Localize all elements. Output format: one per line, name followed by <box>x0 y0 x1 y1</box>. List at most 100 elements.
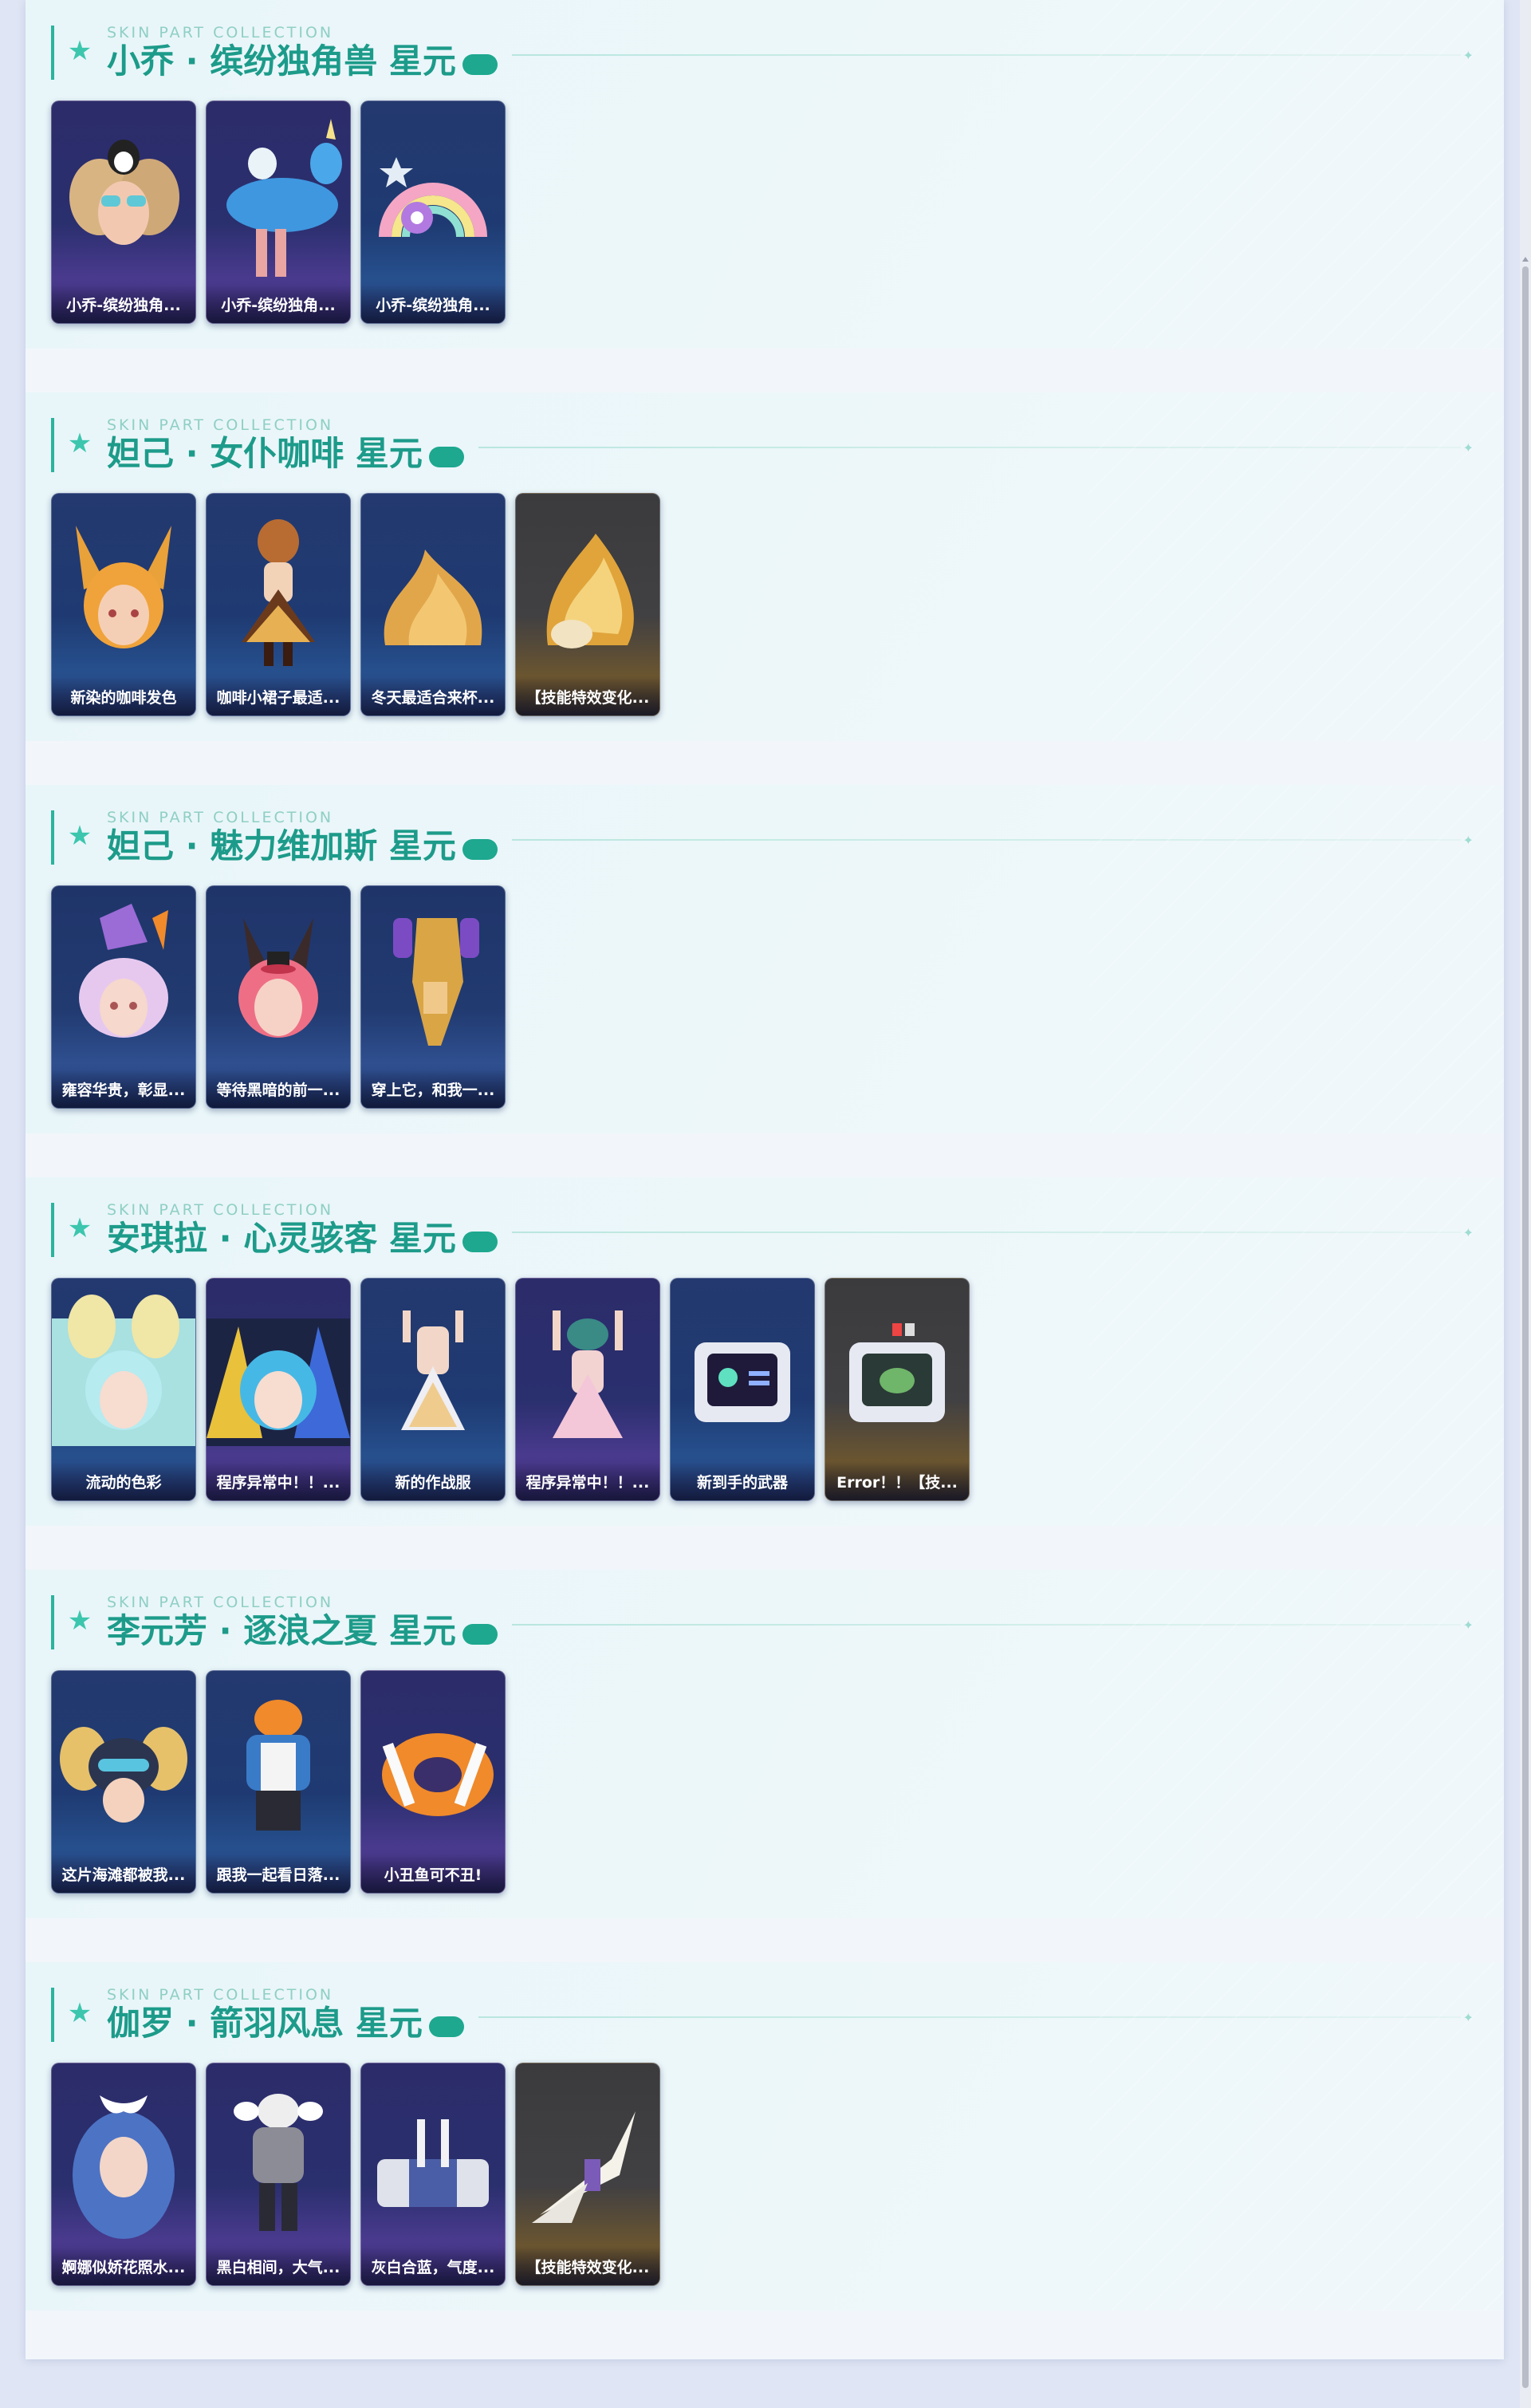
section-title: 妲己 · 魅力维加斯 星元 <box>107 826 456 865</box>
card-label: 程序异常中！！... <box>516 1462 659 1500</box>
skin-part-image <box>849 1323 945 1422</box>
card-label: 灰白合蓝，气度... <box>361 2247 505 2285</box>
sparkle-icon: ✦ <box>1462 2010 1474 2025</box>
skin-part-image <box>379 157 487 238</box>
skin-part-card[interactable]: 黑白相间，大气... <box>206 2063 351 2286</box>
collection-section: ★ SKIN PART COLLECTION 妲己 · 女仆咖啡 星元 ✦ 新染… <box>26 392 1504 741</box>
card-label: 程序异常中！！... <box>207 1462 350 1500</box>
section-divider-line <box>512 54 1461 56</box>
section-badge <box>462 839 498 860</box>
skin-part-card[interactable]: 冬天最适合来杯... <box>360 493 506 716</box>
skin-part-card[interactable]: 新的作战服 <box>360 1278 506 1501</box>
card-label: 这片海滩都被我... <box>52 1854 195 1893</box>
skin-part-card[interactable]: 小丑鱼可不丑! <box>360 1670 506 1894</box>
section-divider-line <box>478 2016 1461 2018</box>
skin-part-card[interactable]: 穿上它，和我一... <box>360 885 506 1109</box>
section-badge <box>429 447 464 467</box>
skin-part-image <box>384 550 482 645</box>
section-title: 伽罗 · 箭羽风息 星元 <box>107 2004 423 2043</box>
star-icon: ★ <box>67 1997 92 2029</box>
skin-part-card[interactable]: 新到手的武器 <box>670 1278 815 1501</box>
skin-part-image <box>377 2119 489 2207</box>
section-title: 小乔 · 缤纷独角兽 星元 <box>107 41 456 81</box>
card-label: 流动的色彩 <box>52 1462 195 1500</box>
collection-panel: ★ SKIN PART COLLECTION 小乔 · 缤纷独角兽 星元 ✦ 小… <box>26 0 1504 2359</box>
card-label: 等待黑暗的前一... <box>207 1070 350 1108</box>
section-subtitle: SKIN PART COLLECTION <box>107 24 334 41</box>
star-icon: ★ <box>67 820 92 852</box>
skin-part-image <box>207 1318 350 1446</box>
skin-part-card[interactable]: 跟我一起看日落... <box>206 1670 351 1894</box>
skin-part-image <box>546 534 634 648</box>
section-badge <box>462 1232 498 1252</box>
skin-part-image <box>79 904 168 1038</box>
card-label: 【技能特效变化... <box>516 677 659 715</box>
skin-part-image <box>532 2111 636 2223</box>
section-divider-line <box>478 447 1461 448</box>
collection-section: ★ SKIN PART COLLECTION 妲己 · 魅力维加斯 星元 ✦ 雍… <box>26 785 1504 1133</box>
star-icon: ★ <box>67 1212 92 1244</box>
card-label: 小乔-缤纷独角... <box>207 285 350 323</box>
section-divider-line <box>512 1232 1461 1233</box>
skin-part-image <box>246 1700 310 1831</box>
skin-part-image <box>695 1342 790 1422</box>
section-accent-bar <box>51 1988 54 2042</box>
scrollbar-thumb[interactable] <box>1522 266 1529 2388</box>
sparkle-icon: ✦ <box>1462 48 1474 63</box>
skin-part-card[interactable]: 程序异常中！！... <box>515 1278 660 1501</box>
card-label: 冬天最适合来杯... <box>361 677 505 715</box>
skin-part-card[interactable]: 小乔-缤纷独角... <box>51 100 196 324</box>
star-icon: ★ <box>67 1605 92 1637</box>
skin-part-image <box>52 1295 195 1446</box>
skin-part-card[interactable]: 流动的色彩 <box>51 1278 196 1501</box>
section-subtitle: SKIN PART COLLECTION <box>107 416 334 434</box>
skin-part-card[interactable]: 咖啡小裙子最适... <box>206 493 351 716</box>
card-label: 新的作战服 <box>361 1462 505 1500</box>
card-label: 小丑鱼可不丑! <box>361 1854 505 1893</box>
skin-part-card[interactable]: 程序异常中！！... <box>206 1278 351 1501</box>
section-divider-line <box>512 1624 1461 1626</box>
skin-part-image <box>401 1310 465 1430</box>
collection-section: ★ SKIN PART COLLECTION 李元芳 · 逐浪之夏 星元 ✦ 这… <box>26 1570 1504 1918</box>
section-accent-bar <box>51 418 54 472</box>
skin-part-card[interactable]: 【技能特效变化... <box>515 493 660 716</box>
skin-part-card[interactable]: 灰白合蓝，气度... <box>360 2063 506 2286</box>
card-label: 新到手的武器 <box>671 1462 814 1500</box>
skin-part-image <box>69 140 179 245</box>
section-badge <box>429 2016 464 2037</box>
skin-part-image <box>238 918 318 1038</box>
skin-part-card[interactable]: 小乔-缤纷独角... <box>206 100 351 324</box>
skin-part-card[interactable]: 新染的咖啡发色 <box>51 493 196 716</box>
section-subtitle: SKIN PART COLLECTION <box>107 1594 334 1611</box>
skin-part-card[interactable]: 这片海滩都被我... <box>51 1670 196 1894</box>
vertical-scrollbar[interactable] <box>1520 0 1531 2408</box>
section-badge <box>462 1624 498 1645</box>
section-divider-line <box>512 839 1461 841</box>
card-label: 穿上它，和我一... <box>361 1070 505 1108</box>
skin-part-image <box>553 1310 623 1438</box>
section-title: 安琪拉 · 心灵骇客 星元 <box>107 1219 456 1258</box>
skin-part-image <box>76 526 171 648</box>
skin-part-image <box>393 918 479 1046</box>
skin-part-card[interactable]: 等待黑暗的前一... <box>206 885 351 1109</box>
skin-part-card[interactable]: 【技能特效变化... <box>515 2063 660 2286</box>
skin-part-card[interactable]: 小乔-缤纷独角... <box>360 100 506 324</box>
sparkle-icon: ✦ <box>1462 1225 1474 1240</box>
skin-part-image <box>226 119 342 277</box>
section-title: 妲己 · 女仆咖啡 星元 <box>107 434 423 473</box>
section-badge <box>462 54 498 75</box>
collection-section: ★ SKIN PART COLLECTION 小乔 · 缤纷独角兽 星元 ✦ 小… <box>26 0 1504 349</box>
section-subtitle: SKIN PART COLLECTION <box>107 1986 334 2004</box>
card-label: 小乔-缤纷独角... <box>52 285 195 323</box>
card-label: Error！！【技... <box>825 1462 969 1500</box>
sparkle-icon: ✦ <box>1462 1618 1474 1633</box>
skin-part-image <box>382 1733 494 1816</box>
collection-section: ★ SKIN PART COLLECTION 安琪拉 · 心灵骇客 星元 ✦ 流… <box>26 1177 1504 1526</box>
skin-part-card[interactable]: Error！！【技... <box>825 1278 970 1501</box>
card-label: 【技能特效变化... <box>516 2247 659 2285</box>
scroll-up-icon[interactable] <box>1522 257 1529 262</box>
skin-part-card[interactable]: 婀娜似娇花照水... <box>51 2063 196 2286</box>
card-label: 小乔-缤纷独角... <box>361 285 505 323</box>
star-icon: ★ <box>67 35 92 67</box>
skin-part-card[interactable]: 雍容华贵，彰显... <box>51 885 196 1109</box>
